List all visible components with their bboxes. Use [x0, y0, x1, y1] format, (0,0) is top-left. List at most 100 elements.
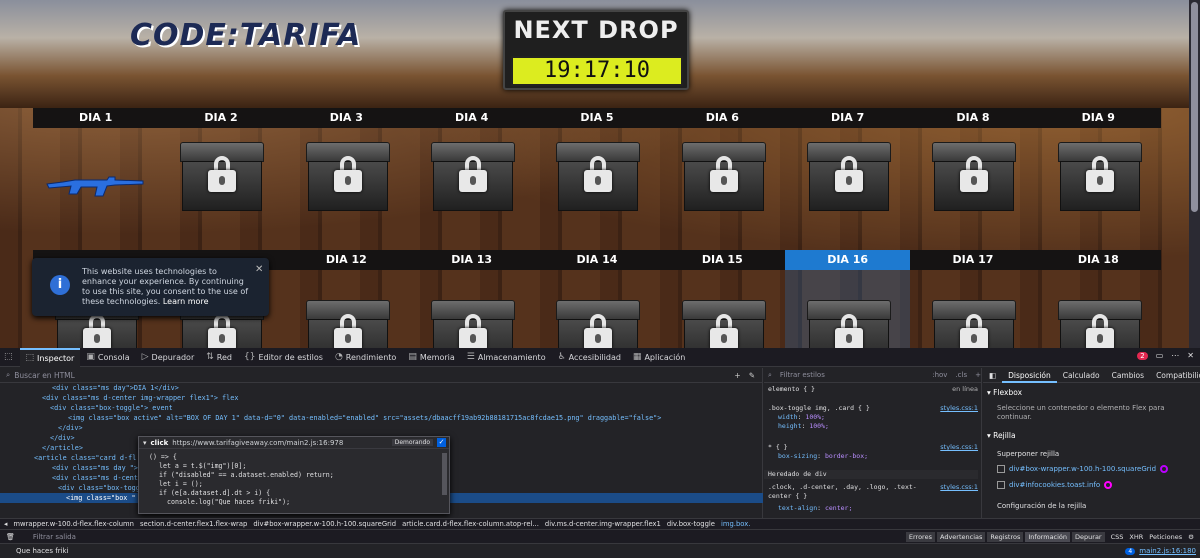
unlocked-box-day-1[interactable] [33, 128, 158, 250]
css-source: en línea [952, 385, 978, 393]
locked-box[interactable] [660, 270, 785, 348]
trash-icon[interactable]: 🗑 [6, 533, 15, 541]
code-line[interactable]: <div class="ms day">DIA 1</div> [0, 383, 763, 393]
tab-network[interactable]: ⇅ Red [200, 348, 238, 367]
locked-box[interactable] [534, 270, 659, 348]
filter-warnings-button[interactable]: Advertencias [936, 531, 986, 542]
css-value: 100%; [809, 422, 829, 430]
breadcrumb-item[interactable]: section.d-center.flex1.flex-wrap [140, 520, 247, 528]
grid-checkbox[interactable] [997, 465, 1005, 473]
expand-icon[interactable]: ▾ [143, 439, 147, 447]
console-source-link[interactable]: main2.js:16:180 [1139, 547, 1196, 555]
tab-performance[interactable]: ◔ Rendimiento [329, 348, 402, 367]
learn-more-link[interactable]: Learn more [163, 297, 209, 306]
eyedropper-icon[interactable]: ✎ [749, 371, 755, 380]
grid-item[interactable]: div#box-wrapper.w-100.h-100.squareGrid [997, 465, 1187, 474]
code-line[interactable]: <img class="box active" alt="BOX OF DAY … [0, 413, 763, 423]
locked-box[interactable] [660, 128, 785, 250]
code-line[interactable]: <div class="ms d-center img-wrapper flex… [0, 393, 763, 403]
day-label: DIA 1 [79, 111, 113, 124]
css-declaration[interactable]: width: 100%; [778, 413, 988, 422]
locked-box[interactable] [785, 128, 910, 250]
day-label: DIA 8 [956, 111, 990, 124]
breadcrumb-item[interactable]: div.ms.d-center.img-wrapper.flex1 [545, 520, 661, 528]
css-declaration[interactable]: text-align: center; [778, 504, 988, 513]
locked-box[interactable] [409, 270, 534, 348]
css-filter-input[interactable]: Filtrar estilos [780, 371, 825, 379]
popup-scrollbar[interactable] [442, 453, 447, 495]
filter-requests-toggle[interactable]: Peticiones [1149, 533, 1182, 541]
tab-storage[interactable]: ☰ Almacenamiento [461, 348, 552, 367]
locked-box[interactable] [284, 270, 409, 348]
filter-xhr-toggle[interactable]: XHR [1129, 533, 1143, 541]
locked-box[interactable] [158, 128, 283, 250]
filter-css-toggle[interactable]: CSS [1111, 533, 1124, 541]
locked-box[interactable] [409, 128, 534, 250]
grid-section[interactable]: ▾ Rejilla [987, 431, 1016, 440]
console-filter-input[interactable]: Filtrar salida [33, 533, 76, 541]
close-icon[interactable]: ✕ [255, 264, 263, 275]
locked-box[interactable] [1036, 128, 1161, 250]
tab-layout[interactable]: Disposición [1002, 368, 1057, 383]
tab-inspector[interactable]: ⬚ Inspector [19, 347, 81, 367]
css-declaration[interactable]: box-sizing: border-box; [778, 452, 988, 461]
tab-style-editor[interactable]: {} Editor de estilos [238, 348, 329, 367]
breadcrumb-item[interactable]: div.box-toggle [667, 520, 715, 528]
flexbox-section[interactable]: ▾ Flexbox [987, 388, 1022, 397]
popup-code-line: if ("disabled" == a.dataset.enabled) ret… [159, 471, 334, 479]
breadcrumb-item[interactable]: div#box-wrapper.w-100.h-100.squareGrid [253, 520, 396, 528]
box-row-1 [33, 128, 1161, 250]
code-line[interactable]: </div> [0, 423, 763, 433]
html-search-input[interactable]: ⌕ Buscar en HTML + ✎ [0, 368, 763, 383]
close-icon[interactable]: ✕ [1187, 351, 1194, 360]
tab-computed[interactable]: Calculado [1057, 368, 1106, 383]
filter-debug-button[interactable]: Depurar [1072, 531, 1105, 542]
css-source-link[interactable]: styles.css:1 [940, 443, 978, 452]
sidebar-toggle-icon[interactable]: ◧ [983, 368, 1002, 383]
tab-compatibility[interactable]: Compatibilid [1150, 368, 1200, 383]
grid-color-swatch[interactable] [1104, 481, 1113, 489]
more-icon[interactable]: ⋯ [1171, 351, 1179, 360]
page-scrollbar[interactable] [1189, 0, 1200, 348]
breadcrumb-arrow-icon[interactable]: ◂ [4, 520, 7, 528]
tab-label: Accesibilidad [568, 352, 621, 362]
defer-button[interactable]: Demorando [391, 439, 433, 446]
tab-accessibility[interactable]: ♿ Accesibilidad [552, 348, 627, 367]
filter-info-button[interactable]: Información [1025, 531, 1071, 542]
breadcrumb-item-current[interactable]: img.box. [721, 520, 750, 528]
locked-box[interactable] [1036, 270, 1161, 348]
grid-item[interactable]: div#infocookies.toast.info [997, 481, 1187, 490]
breadcrumb-item[interactable]: mwrapper.w-100.d-flex.flex-column [13, 520, 134, 528]
grid-checkbox[interactable] [997, 481, 1005, 489]
tab-console[interactable]: ▣ Consola [80, 348, 135, 367]
debugger-icon: ▷ [141, 352, 149, 362]
locked-box[interactable] [910, 128, 1035, 250]
cls-toggle[interactable]: .cls [955, 371, 967, 379]
filter-logs-button[interactable]: Registros [987, 531, 1024, 542]
css-source-link[interactable]: styles.css:1 [940, 404, 978, 413]
tab-debugger[interactable]: ▷ Depurador [136, 348, 201, 367]
code-line[interactable]: <div class="box-toggle"> event [0, 403, 763, 413]
css-source-link[interactable]: styles.css:1 [940, 483, 978, 492]
dock-icon[interactable]: ▭ [1156, 351, 1164, 360]
tab-application[interactable]: ▦ Aplicación [627, 348, 691, 367]
tab-changes[interactable]: Cambios [1106, 368, 1150, 383]
locked-box[interactable] [284, 128, 409, 250]
enabled-checkbox[interactable]: ✓ [437, 438, 446, 447]
filter-errors-button[interactable]: Errores [905, 531, 935, 542]
css-declaration[interactable]: height: 100%; [778, 422, 988, 431]
tab-memory[interactable]: ▤ Memoria [402, 348, 460, 367]
locked-box-selected[interactable] [784, 270, 911, 348]
scrollbar-thumb[interactable] [1191, 2, 1198, 212]
error-count-badge[interactable]: 2 [1137, 351, 1148, 360]
settings-icon[interactable]: ⚙ [1188, 533, 1194, 541]
pick-element-icon[interactable]: ⬚ [0, 348, 20, 367]
locked-box[interactable] [910, 270, 1035, 348]
hov-toggle[interactable]: :hov [932, 371, 947, 379]
locked-box[interactable] [534, 128, 659, 250]
add-node-icon[interactable]: + [734, 371, 740, 380]
add-rule-icon[interactable]: + [975, 371, 981, 379]
breadcrumb-item[interactable]: article.card.d-flex.flex-column.atop-rel… [402, 520, 539, 528]
event-source-link[interactable]: https://www.tarifagiveaway.com/main2.js:… [172, 439, 343, 447]
grid-color-swatch[interactable] [1160, 465, 1169, 473]
